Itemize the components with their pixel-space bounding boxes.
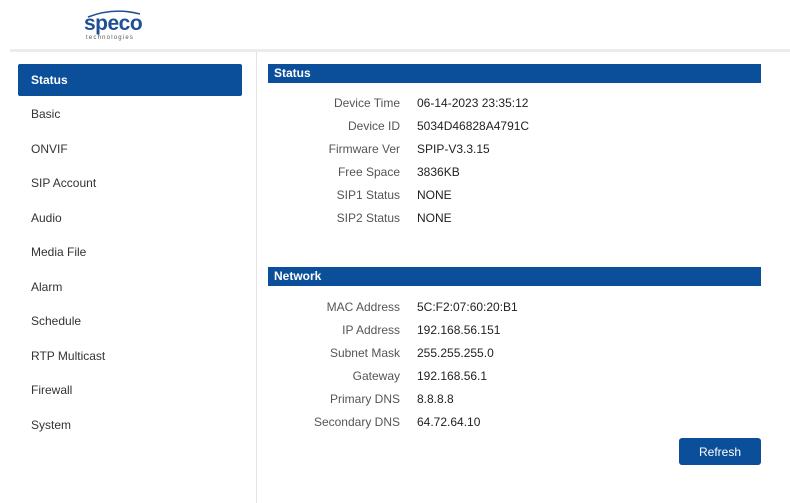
field-label: Free Space — [337, 165, 400, 179]
field-label: Secondary DNS — [313, 415, 400, 429]
logo-wordmark: speco — [84, 12, 143, 35]
field-value: 255.255.255.0 — [417, 346, 494, 360]
sidebar: Status Basic ONVIF SIP Account Audio Med… — [10, 52, 257, 503]
sidebar-item-firewall[interactable]: Firewall — [18, 374, 242, 406]
sidebar-item-system[interactable]: System — [18, 409, 242, 441]
status-row-firmware-ver: Firmware Ver SPIP-V3.3.15 — [268, 140, 761, 158]
network-row-secondary-dns: Secondary DNS 64.72.64.10 — [268, 413, 761, 431]
sidebar-item-media-file[interactable]: Media File — [18, 236, 242, 268]
field-value: 5034D46828A4791C — [417, 119, 530, 133]
sidebar-item-rtp-multicast[interactable]: RTP Multicast — [18, 340, 242, 372]
field-label: Gateway — [352, 369, 400, 383]
speco-logo: speco technologies — [84, 10, 144, 44]
status-row-sip2-status: SIP2 Status NONE — [268, 209, 761, 227]
field-value: 5C:F2:07:60:20:B1 — [417, 300, 518, 314]
field-label: IP Address — [342, 323, 400, 337]
sidebar-item-audio[interactable]: Audio — [18, 202, 242, 234]
logo-tagline: technologies — [86, 35, 135, 41]
network-row-gateway: Gateway 192.168.56.1 — [268, 367, 761, 385]
status-row-device-id: Device ID 5034D46828A4791C — [268, 117, 761, 135]
field-value: SPIP-V3.3.15 — [417, 142, 490, 156]
network-row-ip-address: IP Address 192.168.56.151 — [268, 321, 761, 339]
status-section-header: Status — [268, 64, 761, 83]
field-value: NONE — [417, 211, 452, 225]
field-label: MAC Address — [326, 300, 400, 314]
status-row-sip1-status: SIP1 Status NONE — [268, 186, 761, 204]
field-label: Primary DNS — [329, 392, 400, 406]
sidebar-item-onvif[interactable]: ONVIF — [18, 133, 242, 165]
field-value: 192.168.56.151 — [417, 323, 501, 337]
sidebar-item-schedule[interactable]: Schedule — [18, 305, 242, 337]
field-label: Subnet Mask — [329, 346, 400, 360]
status-row-device-time: Device Time 06-14-2023 23:35:12 — [268, 94, 761, 112]
field-value: 06-14-2023 23:35:12 — [417, 96, 529, 110]
header: speco technologies — [0, 0, 790, 48]
field-label: SIP2 Status — [336, 211, 400, 225]
network-row-primary-dns: Primary DNS 8.8.8.8 — [268, 390, 761, 408]
sidebar-item-status[interactable]: Status — [18, 64, 242, 96]
field-value: 8.8.8.8 — [417, 392, 454, 406]
network-section-header: Network — [268, 267, 761, 286]
network-row-mac-address: MAC Address 5C:F2:07:60:20:B1 — [268, 298, 761, 316]
field-label: Firmware Ver — [328, 142, 400, 156]
sidebar-item-alarm[interactable]: Alarm — [18, 271, 242, 303]
network-row-subnet-mask: Subnet Mask 255.255.255.0 — [268, 344, 761, 362]
field-value: 192.168.56.1 — [417, 369, 488, 383]
field-label: Device Time — [333, 96, 400, 110]
status-row-free-space: Free Space 3836KB — [268, 163, 761, 181]
refresh-button[interactable]: Refresh — [679, 438, 761, 465]
field-value: NONE — [417, 188, 452, 202]
sidebar-item-sip-account[interactable]: SIP Account — [18, 167, 242, 199]
field-label: Device ID — [347, 119, 400, 133]
field-value: 64.72.64.10 — [417, 415, 481, 429]
field-value: 3836KB — [417, 165, 460, 179]
field-label: SIP1 Status — [336, 188, 400, 202]
sidebar-item-basic[interactable]: Basic — [18, 98, 242, 130]
